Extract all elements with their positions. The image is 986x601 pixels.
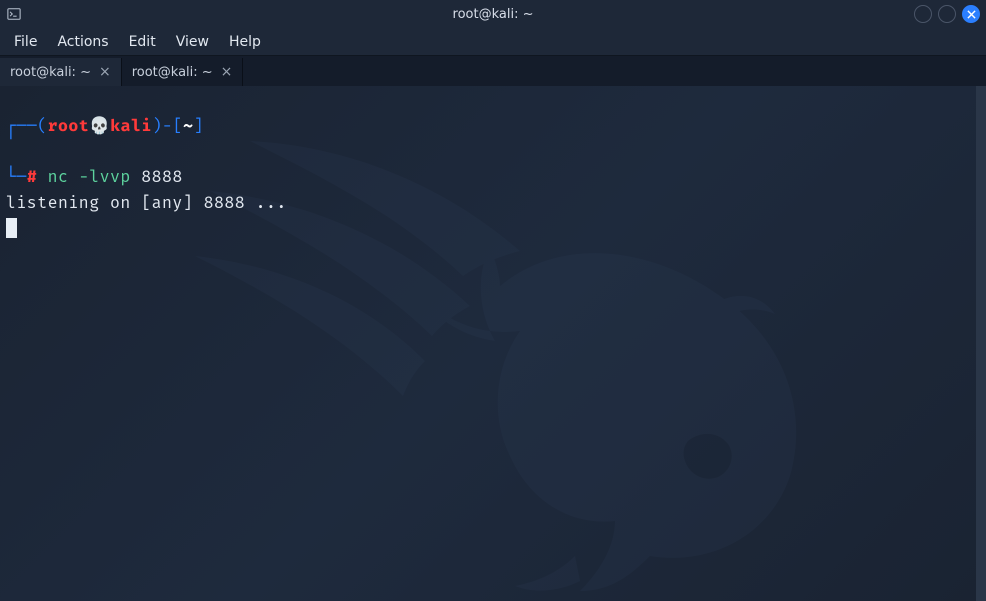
prompt-hash: # (27, 168, 37, 187)
prompt-corner-bottom: └─ (6, 168, 27, 187)
terminal-content: ┌──(root💀kali)-[~] └─# nc -lvvp 8888 lis… (0, 86, 986, 248)
menu-help[interactable]: Help (219, 30, 271, 54)
titlebar: root@kali: ~ (0, 0, 986, 28)
skull-icon: 💀 (89, 117, 110, 136)
command-arg: 8888 (141, 168, 183, 187)
menu-edit[interactable]: Edit (119, 30, 166, 54)
window-title: root@kali: ~ (453, 7, 534, 22)
tab-close-icon[interactable]: × (99, 65, 111, 79)
maximize-button[interactable] (938, 5, 956, 23)
command-text: nc -lvvp (48, 168, 131, 187)
prompt-bracket-open: [ (173, 117, 183, 136)
scrollbar[interactable] (976, 86, 986, 601)
tab-label: root@kali: ~ (10, 65, 91, 80)
prompt-paren-close: ) (152, 117, 162, 136)
menu-view[interactable]: View (166, 30, 219, 54)
prompt-bracket-close: ] (194, 117, 204, 136)
tab-2[interactable]: root@kali: ~ × (122, 58, 244, 86)
prompt-corner-top: ┌── (6, 117, 37, 136)
tab-close-icon[interactable]: × (221, 65, 233, 79)
window-controls (914, 5, 980, 23)
tab-1[interactable]: root@kali: ~ × (0, 58, 122, 86)
prompt-paren-open: ( (37, 117, 47, 136)
minimize-button[interactable] (914, 5, 932, 23)
terminal-area[interactable]: ┌──(root💀kali)-[~] └─# nc -lvvp 8888 lis… (0, 86, 986, 601)
tabbar: root@kali: ~ × root@kali: ~ × (0, 56, 986, 86)
prompt-host: kali (110, 117, 152, 136)
prompt-cwd: ~ (183, 117, 193, 136)
close-button[interactable] (962, 5, 980, 23)
cursor (6, 218, 17, 238)
menubar: File Actions Edit View Help (0, 28, 986, 56)
tab-label: root@kali: ~ (132, 65, 213, 80)
menu-actions[interactable]: Actions (47, 30, 118, 54)
prompt-dash: - (162, 117, 172, 136)
terminal-icon (6, 6, 22, 22)
prompt-user: root (48, 117, 90, 136)
menu-file[interactable]: File (4, 30, 47, 54)
output-line: listening on [any] 8888 ... (6, 194, 287, 213)
